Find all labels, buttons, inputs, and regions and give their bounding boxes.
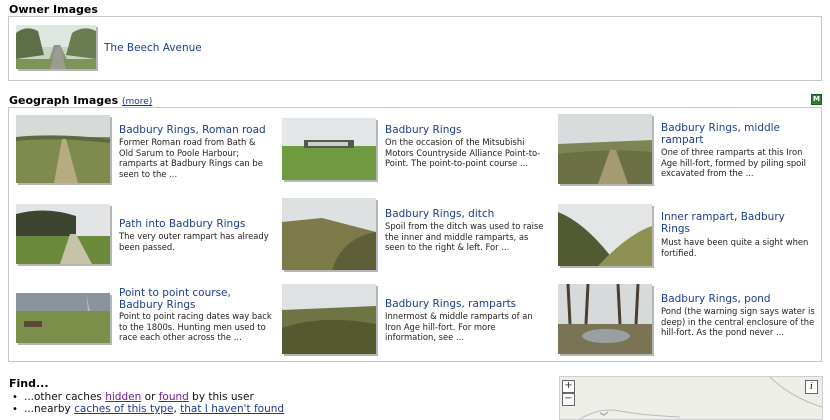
roman-road-photo xyxy=(16,115,110,183)
inner-rampart-photo xyxy=(558,204,652,266)
find-line-separator: , xyxy=(173,403,177,415)
path-photo xyxy=(16,204,110,264)
image-description: Pond (the warning sign says water is dee… xyxy=(661,306,815,337)
thumbnail-image[interactable] xyxy=(558,114,652,184)
ramparts-photo xyxy=(282,284,376,354)
thumbnail-image[interactable] xyxy=(282,118,376,180)
find-line-prefix: ...nearby xyxy=(24,403,71,415)
thumbnail-image[interactable] xyxy=(16,115,110,183)
image-title-link[interactable]: Badbury Rings, ditch xyxy=(385,208,545,220)
image-title-link[interactable]: Point to point course, Badbury Rings xyxy=(119,287,269,311)
map-icon[interactable]: M xyxy=(811,94,822,105)
thumbnail-image[interactable] xyxy=(558,204,652,266)
image-title-link[interactable]: Badbury Rings, pond xyxy=(661,293,811,305)
image-title-link[interactable]: Badbury Rings, ramparts xyxy=(385,298,545,310)
thumbnail-image[interactable] xyxy=(282,198,376,270)
point-to-point-photo xyxy=(282,118,376,180)
geograph-images-heading: Geograph Images (more) xyxy=(9,94,152,107)
find-line-prefix: ...other caches xyxy=(24,391,102,403)
list-bullet: • xyxy=(12,392,18,403)
image-title-link[interactable]: Inner rampart, Badbury Rings xyxy=(661,211,811,235)
image-description: On the occasion of the Mitsubishi Motors… xyxy=(385,137,541,168)
image-title-link[interactable]: Badbury Rings xyxy=(385,124,545,136)
owner-images-heading: Owner Images xyxy=(9,3,98,16)
image-description: The very outer rampart has already been … xyxy=(119,231,269,252)
image-title-link[interactable]: Badbury Rings, Roman road xyxy=(119,124,269,136)
thumbnail-image[interactable] xyxy=(16,293,110,343)
middle-rampart-photo xyxy=(558,114,652,184)
find-line-owner: ...other caches hidden or found by this … xyxy=(24,391,254,403)
thumbnail-image[interactable] xyxy=(16,25,96,69)
course-photo xyxy=(16,293,110,343)
geograph-heading-text: Geograph Images xyxy=(9,94,119,107)
find-line-nearby: ...nearby caches of this type, that I ha… xyxy=(24,403,284,415)
thumbnail-image[interactable] xyxy=(282,284,376,354)
caches-of-this-type-link[interactable]: caches of this type xyxy=(74,403,173,415)
zoom-out-button[interactable]: − xyxy=(562,393,575,406)
map-tiles xyxy=(560,377,822,419)
thumbnail-image[interactable] xyxy=(558,284,652,354)
more-link[interactable]: (more) xyxy=(122,97,152,107)
map-info-button[interactable]: i xyxy=(805,380,818,394)
owner-image-title-link[interactable]: The Beech Avenue xyxy=(104,42,202,54)
hidden-caches-link[interactable]: hidden xyxy=(105,391,141,403)
image-description: Must have been quite a sight when fortif… xyxy=(661,237,809,258)
image-description: Innermost & middle ramparts of an Iron A… xyxy=(385,311,533,342)
find-line-suffix: by this user xyxy=(192,391,254,403)
ditch-photo xyxy=(282,198,376,270)
map-view[interactable] xyxy=(559,376,823,420)
image-description: One of three ramparts at this Iron Age h… xyxy=(661,147,806,178)
image-title-link[interactable]: Path into Badbury Rings xyxy=(119,218,269,230)
image-description: Spoil from the ditch was used to raise t… xyxy=(385,221,544,252)
zoom-in-button[interactable]: + xyxy=(562,380,575,393)
thumbnail-image[interactable] xyxy=(16,204,110,264)
pond-photo xyxy=(558,284,652,354)
found-caches-link[interactable]: found xyxy=(159,391,189,403)
image-description: Former Roman road from Bath & Old Sarum … xyxy=(119,137,263,179)
list-bullet: • xyxy=(12,404,18,415)
find-heading: Find... xyxy=(9,377,49,390)
image-title-link[interactable]: Badbury Rings, middle rampart xyxy=(661,122,811,146)
image-description: Point to point racing dates way back to … xyxy=(119,311,272,342)
beech-avenue-photo xyxy=(16,25,96,69)
find-line-mid: or xyxy=(144,391,156,403)
not-found-caches-link[interactable]: that I haven't found xyxy=(180,403,284,415)
